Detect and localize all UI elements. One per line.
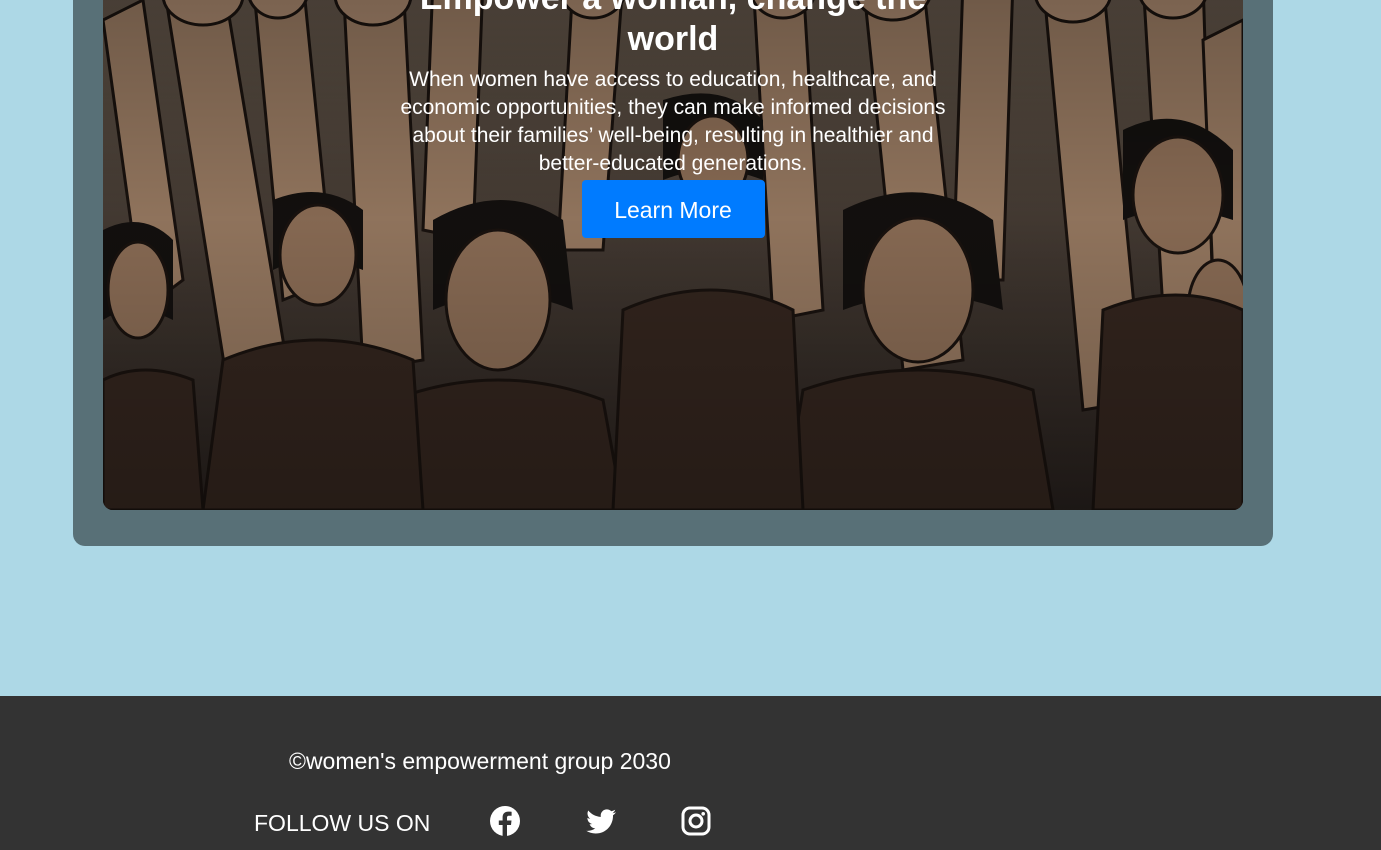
instagram-icon (681, 806, 711, 836)
facebook-icon (490, 806, 520, 837)
hero-content: Empower a woman, change the world When w… (103, 0, 1243, 238)
footer: ©women's empowerment group 2030 FOLLOW U… (0, 696, 1381, 850)
twitter-link[interactable] (584, 804, 618, 838)
instagram-link[interactable] (679, 804, 713, 838)
hero-card: Empower a woman, change the world When w… (73, 0, 1273, 546)
hero-title: Empower a woman, change the world (420, 0, 926, 58)
twitter-icon (586, 809, 616, 834)
copyright-text: ©women's empowerment group 2030 (289, 748, 671, 774)
page: Empower a woman, change the world When w… (0, 0, 1381, 850)
facebook-link[interactable] (488, 804, 522, 838)
learn-more-button[interactable]: Learn More (581, 180, 765, 238)
hero-banner: Empower a woman, change the world When w… (103, 0, 1243, 510)
follow-us-label: FOLLOW US ON (254, 810, 431, 836)
hero-description: When women have access to education, hea… (400, 68, 946, 175)
